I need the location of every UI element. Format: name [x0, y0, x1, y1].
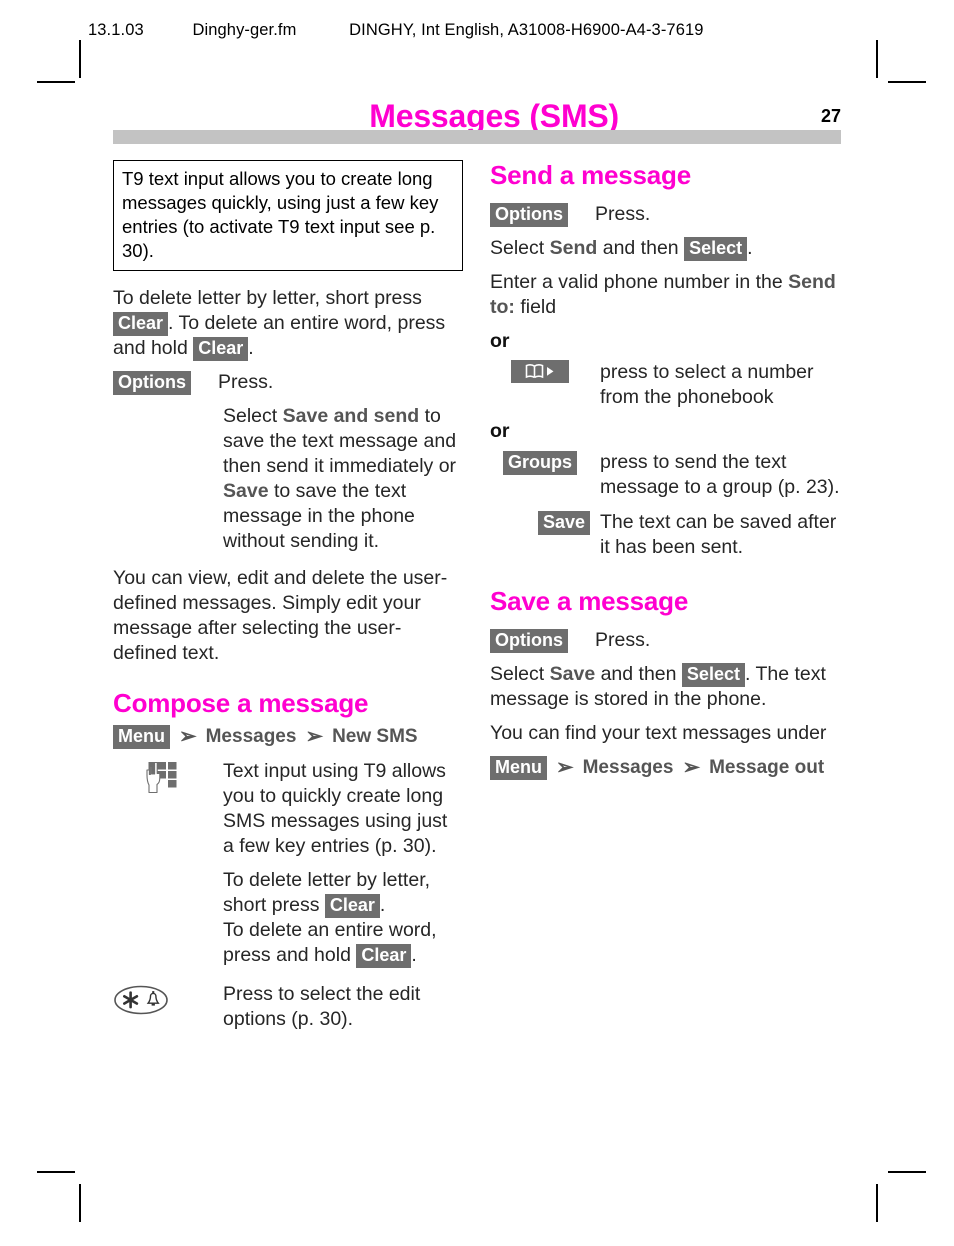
- send-options-row: Options Press.: [490, 202, 840, 227]
- groups-row: Groups press to send the text message to…: [490, 450, 840, 500]
- groups-text: press to send the text message to a grou…: [600, 451, 840, 498]
- options-key-gutter: Options: [113, 370, 218, 395]
- send-a-message-heading: Send a message: [490, 160, 691, 190]
- menu-key-badge[interactable]: Menu: [113, 724, 170, 749]
- breadcrumb-item-message-out[interactable]: Message out: [709, 755, 824, 780]
- header-date: 13.1.03: [88, 21, 144, 39]
- en-part-2: field: [514, 296, 557, 318]
- send-menu-item: Send: [549, 237, 598, 259]
- ss-part-1: Select: [490, 237, 550, 259]
- crop-mark-bottom-right-v: [876, 1184, 878, 1222]
- save-key-row: Save The text can be saved after it has …: [490, 510, 840, 560]
- keypad-t9-text: Text input using T9 allows you to quickl…: [223, 760, 448, 857]
- crop-mark-top-left-v: [79, 40, 81, 78]
- star-icon-gutter: [113, 982, 223, 1017]
- keypad-icon-gutter: [113, 759, 223, 795]
- save-key-gutter: Save: [490, 510, 600, 535]
- or-label: or: [490, 330, 510, 352]
- delete-part-3: .: [248, 337, 254, 359]
- delete-part-1: To delete letter by letter, short press: [113, 287, 422, 309]
- keypad-hand-icon: [146, 761, 177, 794]
- header-reference: DINGHY, Int English, A31008-H6900-A4-3-7…: [349, 21, 704, 39]
- select-key-badge[interactable]: Select: [684, 237, 748, 261]
- right-column: Send a message Options Press. Select Sen…: [490, 160, 840, 789]
- clear-key-paragraph: To delete letter by letter, short press …: [223, 868, 463, 968]
- options-key-badge[interactable]: Options: [490, 203, 568, 227]
- crop-mark-bottom-right-h: [888, 1171, 926, 1173]
- compose-breadcrumb: Menu ➢ Messages ➢ New SMS: [113, 724, 463, 749]
- crop-mark-top-right-h: [888, 81, 926, 83]
- phonebook-text: press to select a number from the phoneb…: [600, 361, 814, 408]
- sv-part-1: Select: [490, 663, 550, 685]
- clear-part-4: .: [411, 944, 417, 966]
- save-options-text: Press.: [595, 629, 651, 651]
- save-and-send-paragraph: Select Save and send to save the text me…: [223, 404, 463, 554]
- save-key-text: The text can be saved after it has been …: [600, 511, 837, 558]
- save-menu-item: Save: [223, 480, 269, 502]
- arrow-right-icon: ➢: [305, 724, 324, 748]
- groups-key-gutter: Groups: [490, 450, 600, 475]
- options-press-text: Press.: [218, 371, 274, 393]
- delete-letter-paragraph: To delete letter by letter, short press …: [113, 286, 463, 361]
- ss-part-3: .: [747, 237, 753, 259]
- clear-key-badge[interactable]: Clear: [113, 312, 169, 336]
- sv-part-2: and then: [595, 663, 682, 685]
- find-messages-paragraph: You can find your text messages under: [490, 722, 827, 744]
- menu-key-badge[interactable]: Menu: [490, 755, 547, 780]
- user-defined-paragraph: You can view, edit and delete the user-d…: [113, 567, 448, 664]
- sas-part-1: Select: [223, 405, 283, 427]
- clear-part-2: .: [379, 894, 386, 916]
- clear-key-badge[interactable]: Clear: [193, 337, 249, 361]
- keypad-t9-row: Text input using T9 allows you to quickl…: [113, 759, 463, 859]
- title-rule: [113, 130, 841, 144]
- breadcrumb-item-messages[interactable]: Messages: [583, 755, 674, 780]
- arrow-right-icon: ➢: [556, 755, 574, 779]
- arrow-right-icon: ➢: [682, 755, 701, 779]
- breadcrumb-item-new-sms[interactable]: New SMS: [332, 724, 418, 749]
- compose-a-message-heading: Compose a message: [113, 688, 369, 718]
- options-key-badge[interactable]: Options: [113, 371, 191, 395]
- options-key-gutter: Options: [490, 628, 595, 653]
- select-key-badge[interactable]: Select: [681, 663, 745, 687]
- groups-key-badge[interactable]: Groups: [502, 451, 577, 475]
- running-header: 13.1.03 Dinghy-ger.fm DINGHY, Int Englis…: [88, 21, 704, 40]
- star-key-icon: [114, 985, 168, 1015]
- left-column: T9 text input allows you to create long …: [113, 160, 463, 1041]
- phonebook-icon[interactable]: [511, 360, 569, 383]
- page-number: 27: [820, 106, 841, 126]
- select-send-paragraph: Select Send and then Select.: [490, 236, 840, 261]
- clear-key-badge[interactable]: Clear: [324, 894, 380, 918]
- clear-key-badge[interactable]: Clear: [356, 944, 412, 968]
- select-save-paragraph: Select Save and then Select. The text me…: [490, 662, 840, 712]
- crop-mark-top-left-h: [37, 81, 75, 83]
- options-key-badge[interactable]: Options: [490, 629, 568, 653]
- save-options-row: Options Press.: [490, 628, 840, 653]
- t9-note-box: T9 text input allows you to create long …: [113, 160, 463, 271]
- send-options-text: Press.: [595, 203, 651, 225]
- star-key-row: Press to select the edit options (p. 30)…: [113, 982, 463, 1032]
- save-and-send-menu-item: Save and send: [282, 405, 420, 427]
- save-menu-item: Save: [549, 663, 596, 685]
- star-key-text: Press to select the edit options (p. 30)…: [223, 983, 421, 1030]
- phonebook-row: press to select a number from the phoneb…: [490, 360, 840, 410]
- options-key-gutter: Options: [490, 202, 595, 227]
- crop-mark-bottom-left-v: [79, 1184, 81, 1222]
- or-label: or: [490, 420, 510, 442]
- phonebook-icon-gutter: [490, 360, 600, 390]
- breadcrumb-item-messages[interactable]: Messages: [206, 724, 297, 749]
- en-part-1: Enter a valid phone number in the: [490, 271, 789, 293]
- save-a-message-heading: Save a message: [490, 586, 689, 616]
- crop-mark-bottom-left-h: [37, 1171, 75, 1173]
- crop-mark-top-right-v: [876, 40, 878, 78]
- arrow-right-icon: ➢: [179, 724, 197, 748]
- message-out-breadcrumb: Menu ➢ Messages ➢ Message out: [490, 755, 840, 780]
- save-key-badge[interactable]: Save: [537, 511, 590, 535]
- ss-part-2: and then: [597, 237, 685, 259]
- options-press-row: Options Press.: [113, 370, 463, 395]
- header-filename: Dinghy-ger.fm: [192, 21, 297, 39]
- enter-number-paragraph: Enter a valid phone number in the Send t…: [490, 270, 840, 320]
